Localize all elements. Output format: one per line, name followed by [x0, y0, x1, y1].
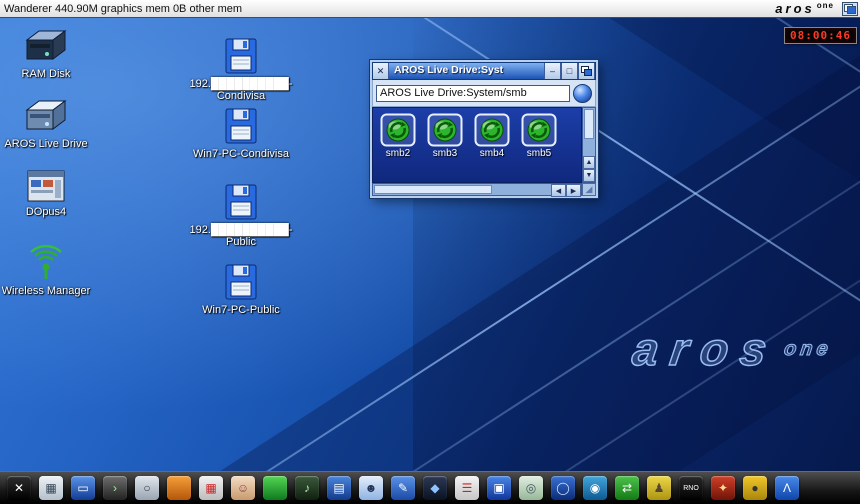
network-share-icon: [521, 113, 557, 147]
file-window: ✕ AROS Live Drive:Syst – □ smb2: [370, 60, 598, 198]
depth-button[interactable]: [578, 63, 595, 79]
desktop-icon-label: AROS Live Drive: [0, 138, 92, 150]
logo-main-text: aros: [775, 1, 814, 16]
smb-share-label: smb2: [386, 148, 410, 159]
network-share-icon: [474, 113, 510, 147]
window-title: AROS Live Drive:Syst: [389, 63, 544, 79]
vertical-scroll-track[interactable]: [583, 108, 595, 156]
desktop-icon-label: 192.██████████-Public: [182, 224, 300, 248]
network-globe-dock-icon[interactable]: ◯: [551, 476, 575, 500]
world-browser-dock-icon[interactable]: ◉: [583, 476, 607, 500]
notes-document-dock-icon[interactable]: ☰: [455, 476, 479, 500]
green-orb-app-dock-icon[interactable]: [263, 476, 287, 500]
smb-share-item[interactable]: smb5: [518, 113, 560, 177]
vertical-scroll-thumb[interactable]: [584, 109, 594, 139]
aros-one-logo-desktop: aros one: [629, 322, 835, 376]
horizontal-scroll-track[interactable]: [373, 184, 551, 195]
logo-sub-text: one: [817, 1, 834, 10]
desktop-icon-wireless-manager[interactable]: Wireless Manager: [0, 243, 92, 297]
desktop-icon-label: Win7-PC-Condivisa: [182, 148, 300, 160]
window-titlebar[interactable]: ✕ AROS Live Drive:Syst – □: [372, 62, 596, 80]
search-find-dock-icon[interactable]: ○: [135, 476, 159, 500]
desktop-icon-share-win7-public[interactable]: Win7-PC-Public: [182, 262, 300, 316]
screen-depth-gadget[interactable]: [842, 2, 858, 16]
sync-tool-dock-icon[interactable]: ⇄: [615, 476, 639, 500]
text-editor-dock-icon[interactable]: ✎: [391, 476, 415, 500]
floppy-disk-icon: [221, 182, 261, 222]
drive-icon: [23, 98, 69, 136]
path-input[interactable]: [376, 85, 570, 102]
menubar-status: Wanderer 440.90M graphics mem 0B other m…: [4, 3, 242, 15]
volume-orb-icon[interactable]: [573, 84, 592, 103]
window-app-dock-icon[interactable]: ▣: [487, 476, 511, 500]
desktop-icon-label: 192.██████████-Condivisa: [182, 78, 300, 102]
scroll-left-button[interactable]: ◀: [551, 184, 566, 197]
logo-main-text: aros: [629, 322, 782, 376]
aros-one-logo-small: arosone: [775, 1, 834, 16]
smb-share-label: smb4: [480, 148, 504, 159]
desktop-icon-label: Wireless Manager: [0, 285, 92, 297]
yellow-game-dock-icon[interactable]: ♟: [647, 476, 671, 500]
logo-sub-text: one: [783, 338, 834, 361]
disk-tool-dock-icon[interactable]: ▤: [327, 476, 351, 500]
prefs-grid-dock-icon[interactable]: ▦: [39, 476, 63, 500]
scroll-right-button[interactable]: ▶: [566, 184, 581, 197]
network-share-icon: [427, 113, 463, 147]
clock-widget: 08:00:46: [784, 27, 857, 44]
scroll-down-button[interactable]: ▼: [583, 169, 595, 182]
floppy-disk-icon: [221, 262, 261, 302]
desktop-icon-dopus4[interactable]: DOpus4: [0, 168, 92, 218]
desktop-icon-label: Win7-PC-Public: [182, 304, 300, 316]
horizontal-scrollbar[interactable]: ◀ ▶: [372, 183, 582, 196]
desktop-icon-label: DOpus4: [0, 206, 92, 218]
ram-disk-icon: [23, 28, 69, 66]
depth-icon: [584, 69, 592, 76]
amistart-dock-icon[interactable]: ☻: [359, 476, 383, 500]
floppy-disk-icon: [221, 106, 261, 146]
minimize-button[interactable]: –: [544, 63, 561, 79]
zoom-button[interactable]: □: [561, 63, 578, 79]
smb-share-item[interactable]: smb4: [471, 113, 513, 177]
desktop-icon-share-condivisa-ip[interactable]: 192.██████████-Condivisa: [182, 36, 300, 102]
dock: ✕ ▦ ▭ › ○ ▦ ☺ ♪ ▤ ☻ ✎ ◆ ☰ ▣ ◎ ◯ ◉ ⇄ ♟ RNO ✦ ● Λ: [0, 471, 860, 504]
horizontal-scroll-thumb[interactable]: [374, 185, 492, 194]
close-button[interactable]: ✕: [373, 63, 389, 79]
screen-display-dock-icon[interactable]: ▭: [71, 476, 95, 500]
depth-square-back: [847, 6, 856, 14]
file-list: smb2 smb3: [372, 107, 582, 183]
smb-share-item[interactable]: smb2: [377, 113, 419, 177]
shell-terminal-dock-icon[interactable]: ›: [103, 476, 127, 500]
media-player-dock-icon[interactable]: ♪: [295, 476, 319, 500]
scroll-up-button[interactable]: ▲: [583, 156, 595, 169]
smb-share-label: smb5: [527, 148, 551, 159]
path-bar: [372, 80, 596, 107]
dark-utility-dock-icon[interactable]: ◆: [423, 476, 447, 500]
rno-player-dock-icon[interactable]: RNO: [679, 476, 703, 500]
cd-burner-dock-icon[interactable]: ◎: [519, 476, 543, 500]
aros-app-dock-icon[interactable]: Λ: [775, 476, 799, 500]
dopus-window-icon: [26, 168, 66, 204]
arcade-games-dock-icon[interactable]: ●: [743, 476, 767, 500]
desktop-icon-ram-disk[interactable]: RAM Disk: [0, 28, 92, 80]
red-game-dock-icon[interactable]: ✦: [711, 476, 735, 500]
vertical-scrollbar[interactable]: ▲ ▼: [582, 107, 596, 183]
desktop-icon-label: RAM Disk: [0, 68, 92, 80]
floppy-disk-icon: [221, 36, 261, 76]
calculator-dock-icon[interactable]: ▦: [199, 476, 223, 500]
menubar[interactable]: Wanderer 440.90M graphics mem 0B other m…: [0, 0, 860, 18]
resize-grip[interactable]: ◢: [582, 183, 596, 196]
smb-share-item[interactable]: smb3: [424, 113, 466, 177]
network-share-icon: [380, 113, 416, 147]
paint-app-dock-icon[interactable]: ☺: [231, 476, 255, 500]
boing-x-dock-icon[interactable]: ✕: [7, 476, 31, 500]
desktop-icon-share-public-ip[interactable]: 192.██████████-Public: [182, 182, 300, 248]
smb-share-label: smb3: [433, 148, 457, 159]
desktop-icon-share-win7-condivisa[interactable]: Win7-PC-Condivisa: [182, 106, 300, 160]
web-browser-dock-icon[interactable]: [167, 476, 191, 500]
wireless-icon: [26, 243, 66, 283]
desktop-icon-aros-live-drive[interactable]: AROS Live Drive: [0, 98, 92, 150]
